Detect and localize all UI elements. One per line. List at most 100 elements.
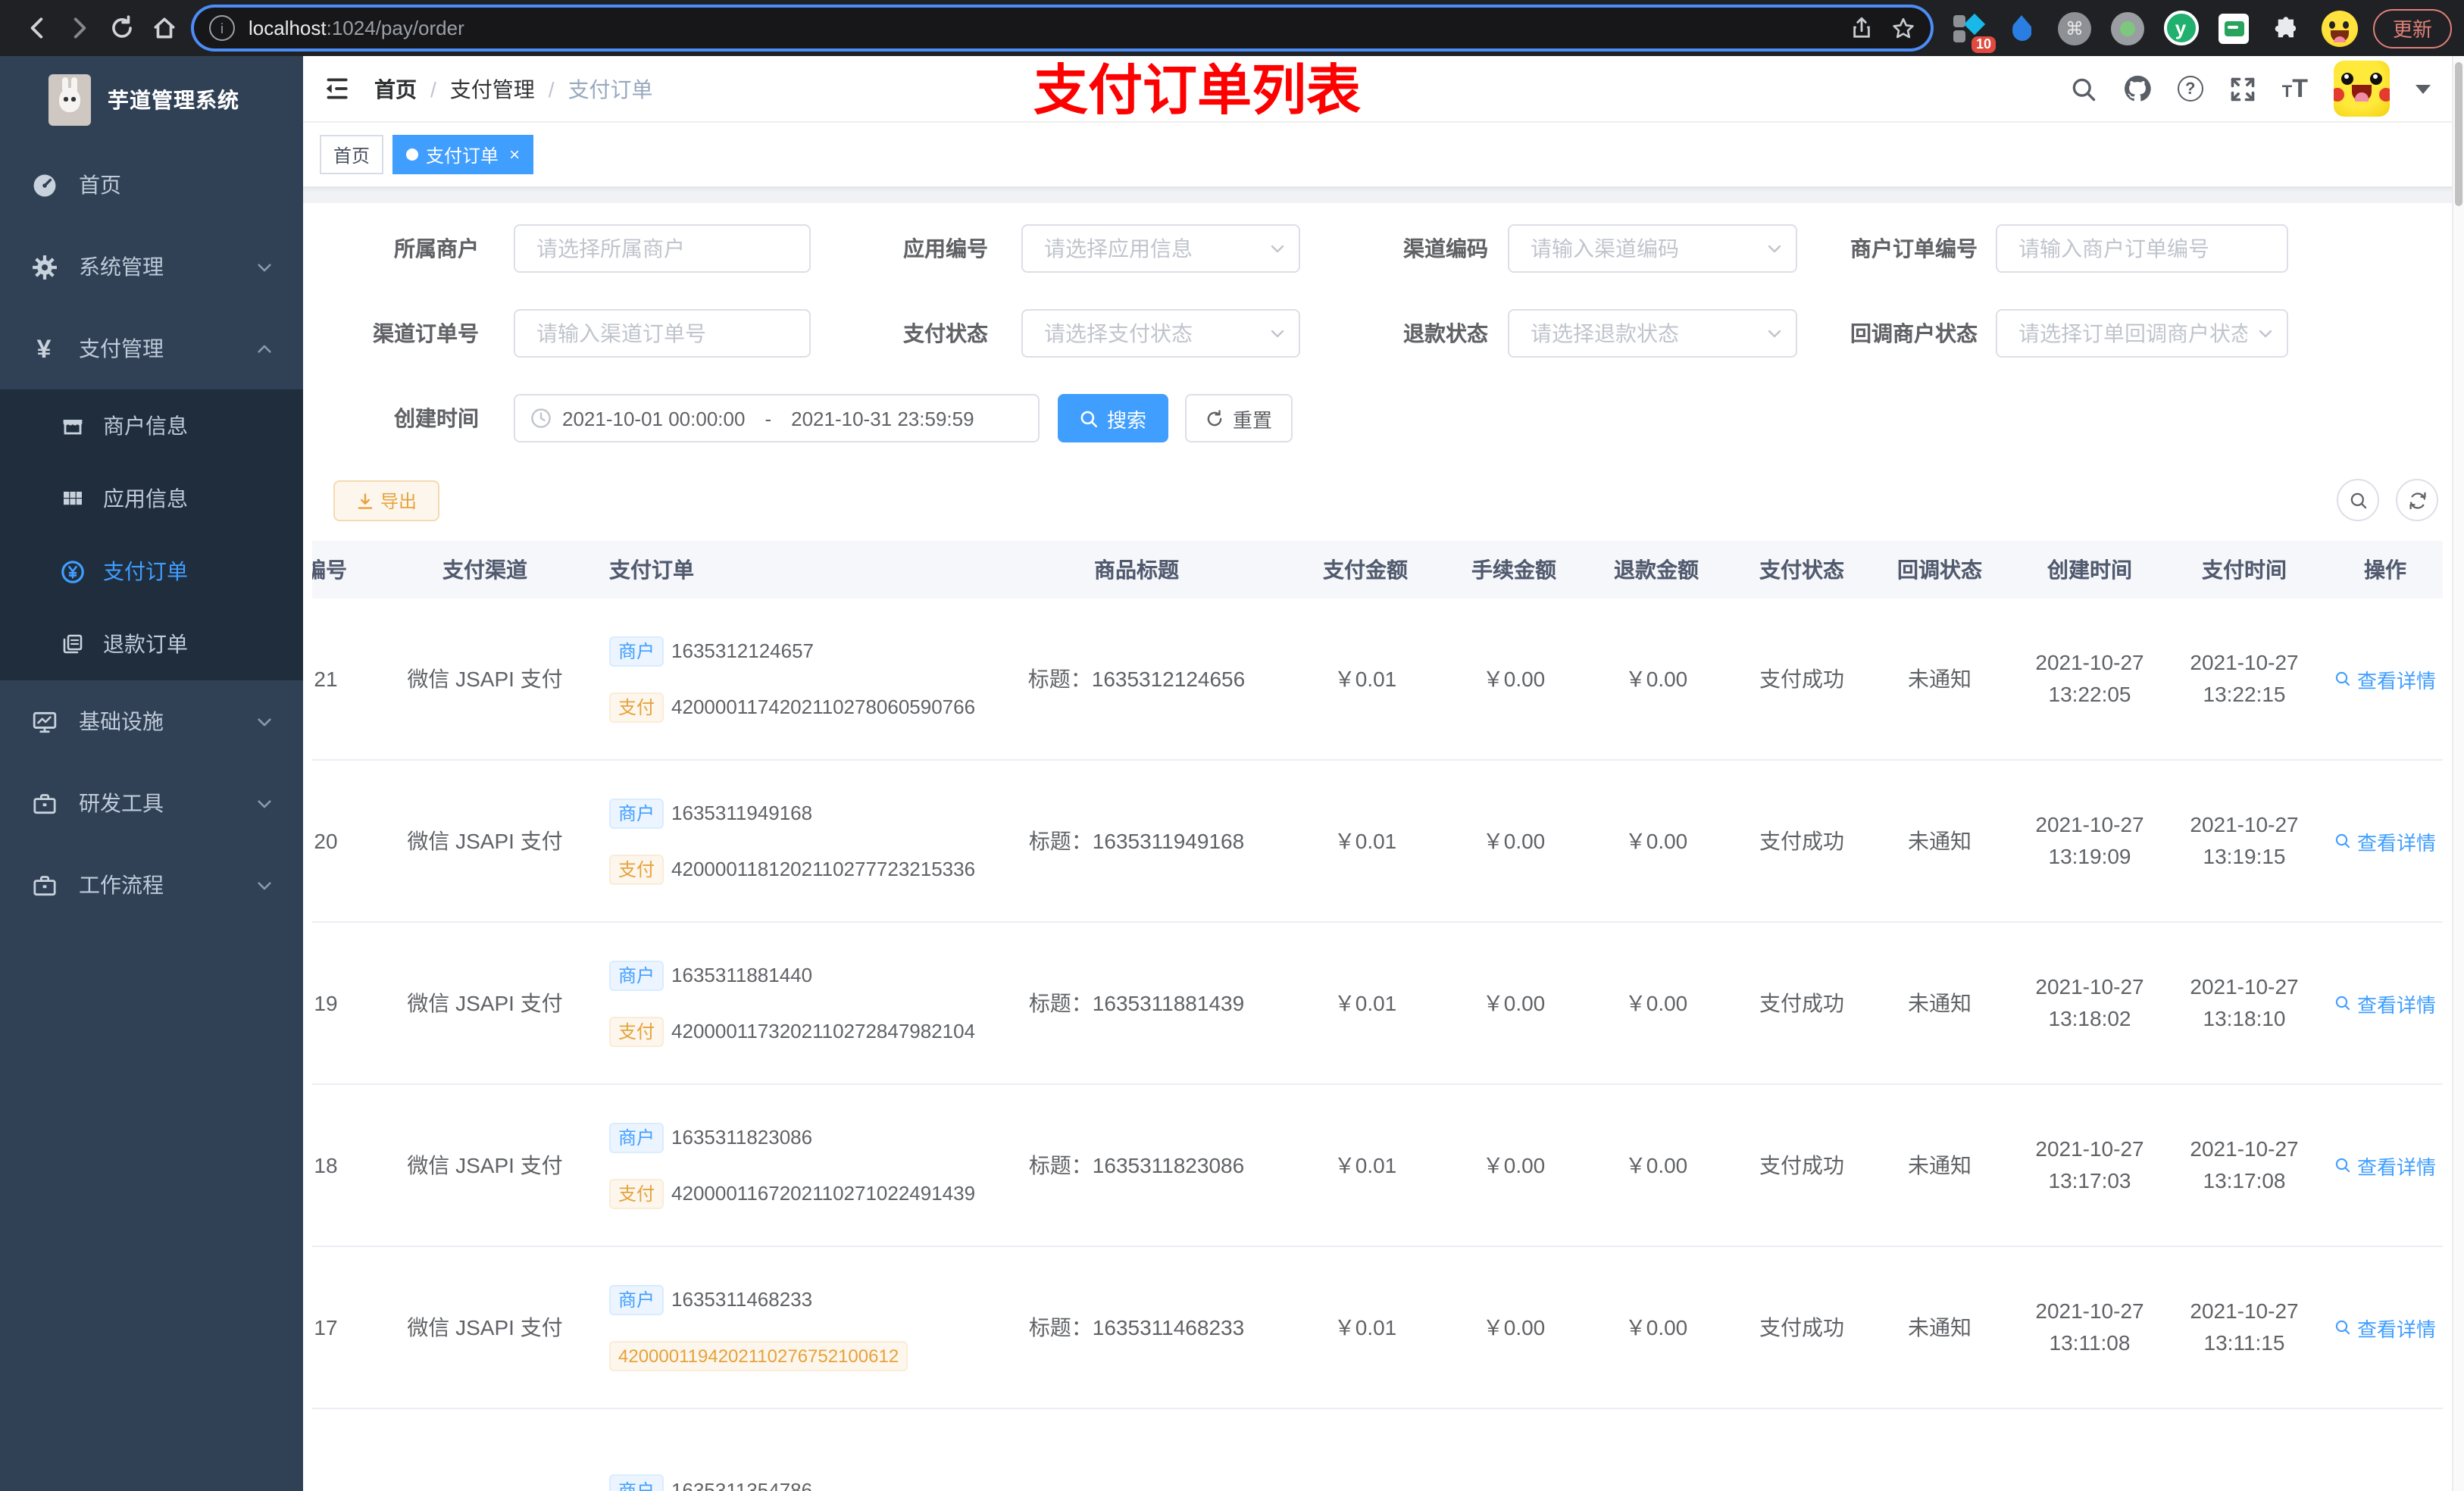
back-icon[interactable] (15, 7, 58, 49)
sidebar-collapse-icon[interactable] (321, 74, 350, 103)
address-bar[interactable]: i localhost:1024/pay/order (194, 8, 1931, 48)
filter-label-channel-order-no: 渠道订单号 (373, 321, 479, 345)
view-detail-link[interactable]: 查看详情 (2334, 1313, 2436, 1342)
sidebar-item-workflow[interactable]: 工作流程 (0, 844, 303, 926)
show-search-button[interactable] (2337, 479, 2379, 521)
view-detail-link[interactable]: 查看详情 (2334, 827, 2436, 855)
extension-record-icon[interactable] (2109, 10, 2146, 46)
app-title: 芋道管理系统 (108, 88, 239, 112)
breadcrumb: 首页 / 支付管理 / 支付订单 (374, 73, 653, 104)
view-detail-link[interactable]: 查看详情 (2334, 664, 2436, 693)
filter-label-refund-status: 退款状态 (1403, 321, 1488, 345)
extension-drop-icon[interactable] (2003, 10, 2040, 46)
dashboard-icon (30, 172, 58, 198)
callback-status: 未通知 (1908, 991, 1972, 1015)
scrollbar-thumb[interactable] (2455, 62, 2462, 206)
sidebar-item-merchant-info[interactable]: 商户信息 (0, 389, 303, 462)
sidebar-item-pay-order[interactable]: 支付订单 (0, 535, 303, 608)
date-range-picker[interactable]: 2021-10-01 00:00:00 - 2021-10-31 23:59:5… (514, 394, 1040, 442)
app-header: 首页 / 支付管理 / 支付订单 支付订单列表 ? TT (303, 56, 2464, 123)
search-icon[interactable] (2070, 75, 2097, 102)
sidebar-item-refund-order[interactable]: 退款订单 (0, 608, 303, 680)
col-created: 创建时间 (2047, 558, 2132, 582)
table-row: 21 微信 JSAPI 支付 商户 1635312124657 支付 4200001… (312, 599, 2443, 761)
sidebar-item-app-info[interactable]: 应用信息 (0, 462, 303, 535)
help-icon[interactable]: ? (2177, 76, 2203, 102)
page-scrollbar[interactable] (2452, 56, 2464, 1491)
pay-status: 支付成功 (1759, 991, 1844, 1015)
user-avatar[interactable] (2334, 61, 2390, 117)
channel-order-no-input[interactable] (514, 309, 811, 358)
merchant-tag: 商户 (609, 636, 664, 666)
date-start: 2021-10-01 00:00:00 (562, 407, 746, 430)
extensions-row: 10 ⌘ y (1950, 10, 2358, 52)
app-select[interactable] (1021, 224, 1300, 273)
profile-avatar-icon[interactable] (2322, 10, 2358, 46)
extension-y-icon[interactable]: y (2162, 10, 2199, 46)
header-actions: ? TT (2070, 56, 2431, 121)
github-icon[interactable] (2123, 74, 2152, 103)
sidebar-item-home[interactable]: 首页 (0, 144, 303, 226)
export-button[interactable]: 导出 (333, 480, 439, 521)
extension-chat-icon[interactable] (2215, 10, 2252, 46)
avatar-caret-icon[interactable] (2416, 84, 2431, 93)
briefcase-icon (30, 872, 58, 898)
main-area: 首页 / 支付管理 / 支付订单 支付订单列表 ? TT 首页 支付订单 × 所… (303, 56, 2464, 1491)
page-title: 支付订单列表 (1033, 59, 1362, 121)
shop-icon (61, 414, 85, 438)
site-info-icon[interactable]: i (209, 15, 235, 41)
col-paid: 支付时间 (2202, 558, 2287, 582)
merchant-order-no-input[interactable] (1996, 224, 2288, 273)
col-refund: 退款金额 (1614, 558, 1699, 582)
close-icon[interactable]: × (509, 145, 520, 164)
filter-label-app-no: 应用编号 (903, 236, 988, 261)
table-row: 17 微信 JSAPI 支付 商户 1635311468233 420000119… (312, 1247, 2443, 1409)
forward-icon[interactable] (58, 7, 100, 49)
tag-pay-order[interactable]: 支付订单 × (392, 135, 534, 174)
sidebar-item-dev-tools[interactable]: 研发工具 (0, 762, 303, 844)
yen-circle-icon (61, 558, 85, 584)
url-text: localhost:1024/pay/order (249, 17, 464, 39)
tag-home[interactable]: 首页 (320, 135, 384, 174)
refresh-button[interactable] (2396, 479, 2438, 521)
table-row: 18 微信 JSAPI 支付 商户 1635311823086 支付 4200001… (312, 1085, 2443, 1247)
filter-label-callback-status: 回调商户状态 (1850, 321, 1978, 345)
col-pay-status: 支付状态 (1759, 558, 1844, 582)
sidebar-item-payment[interactable]: ¥ 支付管理 (0, 308, 303, 389)
view-detail-link[interactable]: 查看详情 (2334, 989, 2436, 1017)
extension-boxes-icon[interactable]: 10 (1950, 10, 1996, 52)
table-row: 19 微信 JSAPI 支付 商户 1635311881440 支付 4200001… (312, 923, 2443, 1085)
col-amount: 支付金额 (1323, 558, 1408, 582)
home-icon[interactable] (142, 7, 185, 49)
pay-tag: 支付 (609, 692, 664, 722)
sidebar-item-infra[interactable]: 基础设施 (0, 680, 303, 762)
content: 所属商户 应用编号 渠道编码 商户订单编号 渠道订单号 支 (303, 203, 2464, 1491)
app-logo[interactable]: 芋道管理系统 (0, 56, 303, 144)
callback-status-select[interactable] (1996, 309, 2288, 358)
search-button[interactable]: 搜索 (1058, 394, 1168, 442)
breadcrumb-pay-management[interactable]: 支付管理 (450, 73, 535, 104)
share-icon[interactable] (1850, 17, 1873, 39)
merchant-tag: 商户 (609, 1284, 664, 1314)
fullscreen-icon[interactable] (2229, 75, 2256, 102)
breadcrumb-home[interactable]: 首页 (374, 73, 417, 104)
extension-command-icon[interactable]: ⌘ (2056, 10, 2093, 46)
bookmark-star-icon[interactable] (1891, 16, 1915, 40)
col-title: 商品标题 (1094, 558, 1179, 582)
font-size-icon[interactable]: TT (2282, 76, 2308, 102)
pay-tag: 支付 (609, 854, 664, 884)
extensions-puzzle-icon[interactable] (2269, 10, 2305, 46)
pay-status-select[interactable] (1021, 309, 1300, 358)
merchant-input[interactable] (514, 224, 811, 273)
col-pay-order: 支付订单 (609, 558, 694, 582)
sidebar-item-system[interactable]: 系统管理 (0, 226, 303, 308)
chrome-update-button[interactable]: 更新 (2373, 8, 2453, 48)
monitor-icon (30, 708, 58, 734)
view-detail-link[interactable]: 查看详情 (2334, 1151, 2436, 1180)
screen: i localhost:1024/pay/order 10 ⌘ y 更新 芋道管… (0, 0, 2464, 1491)
reload-icon[interactable] (100, 7, 142, 49)
pay-tag: 支付 (609, 1016, 664, 1046)
pay-status: 支付成功 (1759, 1315, 1844, 1339)
logo-image (48, 74, 91, 126)
reset-button[interactable]: 重置 (1185, 394, 1293, 442)
